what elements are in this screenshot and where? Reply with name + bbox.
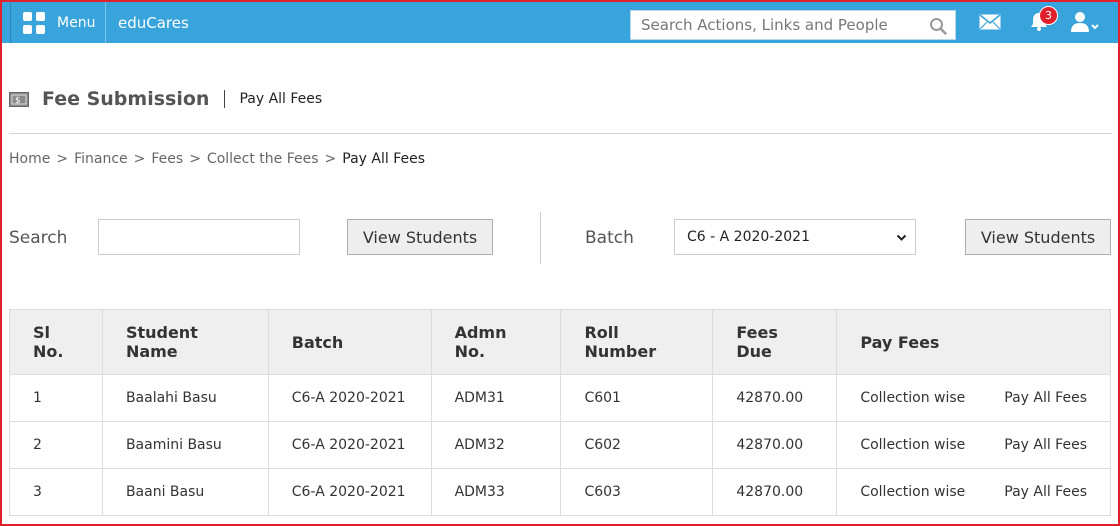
table-row: 3 Baani Basu C6-A 2020-2021 ADM33 C603 4… bbox=[9, 468, 1111, 516]
top-navbar: Menu eduCares bbox=[2, 2, 1118, 43]
view-students-batch-button[interactable]: View Students bbox=[965, 219, 1111, 255]
view-students-button[interactable]: View Students bbox=[347, 219, 493, 255]
cell-batch: C6-A 2020-2021 bbox=[267, 468, 432, 516]
batch-select[interactable]: C6 - A 2020-2021 bbox=[674, 219, 916, 255]
cell-fees-due: 42870.00 bbox=[712, 468, 838, 516]
breadcrumb-finance[interactable]: Finance bbox=[74, 151, 128, 167]
collection-wise-link[interactable]: Collection wise bbox=[860, 436, 965, 454]
students-fee-table: Sl No. Student Name Batch Admn No. Roll … bbox=[9, 309, 1111, 516]
column-header-student-name: Student Name bbox=[101, 309, 269, 375]
cell-student-name: Baani Basu bbox=[101, 468, 269, 516]
cell-admn-no: ADM33 bbox=[430, 468, 562, 516]
cell-batch: C6-A 2020-2021 bbox=[267, 421, 432, 469]
global-search-input[interactable] bbox=[631, 11, 921, 39]
cell-student-name: Baamini Basu bbox=[101, 421, 269, 469]
column-header-pay-fees: Pay Fees bbox=[836, 309, 1111, 375]
page-subtitle: Pay All Fees bbox=[239, 91, 323, 107]
pay-all-fees-link[interactable]: Pay All Fees bbox=[1004, 389, 1087, 407]
breadcrumb-fees[interactable]: Fees bbox=[151, 151, 183, 167]
cell-roll-number: C601 bbox=[560, 374, 714, 422]
global-search bbox=[630, 10, 956, 40]
breadcrumb-collect-fees[interactable]: Collect the Fees bbox=[207, 151, 319, 167]
cell-sl-no: 2 bbox=[9, 421, 103, 469]
cell-student-name: Baalahi Basu bbox=[101, 374, 269, 422]
cell-batch: C6-A 2020-2021 bbox=[267, 374, 432, 422]
breadcrumb-separator: > bbox=[133, 151, 146, 167]
search-label: Search bbox=[9, 228, 68, 248]
cell-roll-number: C603 bbox=[560, 468, 714, 516]
pay-all-fees-link[interactable]: Pay All Fees bbox=[1004, 436, 1087, 454]
batch-select-value: C6 - A 2020-2021 bbox=[687, 229, 810, 245]
title-divider bbox=[224, 90, 226, 108]
chevron-down-icon bbox=[896, 234, 907, 241]
table-row: 2 Baamini Basu C6-A 2020-2021 ADM32 C602… bbox=[9, 421, 1111, 469]
cell-roll-number: C602 bbox=[560, 421, 714, 469]
cell-pay-fees: Collection wise Pay All Fees bbox=[836, 468, 1111, 516]
cell-admn-no: ADM32 bbox=[430, 421, 562, 469]
filter-divider bbox=[540, 212, 541, 264]
column-header-sl-no: Sl No. bbox=[9, 309, 103, 375]
header-divider bbox=[9, 133, 1112, 134]
table-header-row: Sl No. Student Name Batch Admn No. Roll … bbox=[9, 309, 1111, 375]
batch-label: Batch bbox=[585, 228, 634, 248]
breadcrumb-current: Pay All Fees bbox=[342, 151, 426, 167]
mail-icon[interactable] bbox=[979, 14, 1001, 30]
apps-grid-icon bbox=[23, 11, 45, 34]
user-icon[interactable] bbox=[1070, 11, 1100, 33]
column-header-batch: Batch bbox=[267, 309, 432, 375]
collection-wise-link[interactable]: Collection wise bbox=[860, 389, 965, 407]
breadcrumb-home[interactable]: Home bbox=[9, 151, 50, 167]
menu-label: Menu bbox=[57, 14, 96, 31]
cell-admn-no: ADM31 bbox=[430, 374, 562, 422]
notification-count-badge: 3 bbox=[1039, 6, 1058, 25]
pay-all-fees-link[interactable]: Pay All Fees bbox=[1004, 483, 1087, 501]
cell-pay-fees: Collection wise Pay All Fees bbox=[836, 374, 1111, 422]
column-header-admn-no: Admn No. bbox=[430, 309, 562, 375]
menu-button[interactable]: Menu bbox=[10, 2, 106, 43]
student-search-input[interactable] bbox=[98, 219, 300, 255]
cell-sl-no: 1 bbox=[9, 374, 103, 422]
cell-pay-fees: Collection wise Pay All Fees bbox=[836, 421, 1111, 469]
cell-fees-due: 42870.00 bbox=[712, 421, 838, 469]
breadcrumb-separator: > bbox=[189, 151, 201, 167]
breadcrumb: Home > Finance > Fees > Collect the Fees > Pay A… bbox=[9, 151, 425, 167]
breadcrumb-separator: > bbox=[56, 151, 69, 167]
search-icon[interactable] bbox=[929, 17, 947, 35]
collection-wise-link[interactable]: Collection wise bbox=[860, 483, 965, 501]
cell-sl-no: 3 bbox=[9, 468, 103, 516]
column-header-fees-due: Fees Due bbox=[712, 309, 838, 375]
column-header-roll-number: Roll Number bbox=[560, 309, 714, 375]
breadcrumb-separator: > bbox=[324, 151, 337, 167]
page-title: Fee Submission bbox=[42, 88, 210, 110]
page-header: $ Fee Submission Pay All Fees bbox=[9, 88, 322, 110]
svg-text:$: $ bbox=[15, 96, 21, 106]
cell-fees-due: 42870.00 bbox=[712, 374, 838, 422]
money-icon: $ bbox=[9, 91, 29, 107]
brand-name[interactable]: eduCares bbox=[118, 14, 189, 32]
table-row: 1 Baalahi Basu C6-A 2020-2021 ADM31 C601… bbox=[9, 374, 1111, 422]
